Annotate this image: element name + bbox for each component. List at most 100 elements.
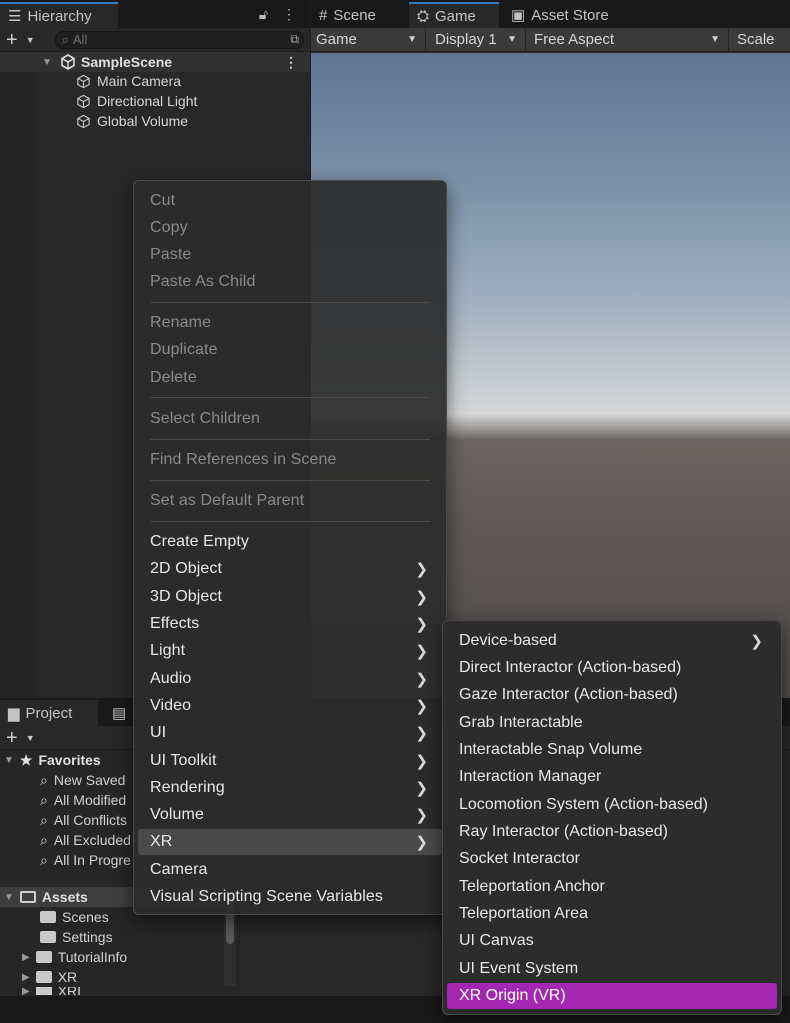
submenu-item-ui-event-system[interactable]: UI Event System bbox=[447, 956, 777, 982]
menu-item-2d-object[interactable]: 2D Object ❯ bbox=[138, 556, 442, 582]
tab-hierarchy[interactable]: ☰ Hierarchy bbox=[0, 2, 118, 28]
hierarchy-search-input[interactable]: ⌕ All ⧉ bbox=[54, 30, 304, 49]
menu-item-ui-toolkit[interactable]: UI Toolkit ❯ bbox=[138, 748, 442, 774]
chevron-down-icon[interactable]: ▼ bbox=[26, 733, 35, 743]
favorite-item[interactable]: ⌕ All Excluded bbox=[40, 830, 130, 850]
display-dropdown[interactable]: Display 1 ▼ bbox=[426, 27, 526, 52]
scene-row[interactable]: ▼ SampleScene ⋮ bbox=[0, 52, 310, 72]
menu-item-duplicate: Duplicate bbox=[138, 337, 442, 363]
collapsed-triangle-icon[interactable]: ▶ bbox=[22, 972, 30, 983]
chevron-right-icon: ❯ bbox=[415, 589, 428, 606]
tab-console[interactable]: ▤ bbox=[104, 700, 134, 726]
submenu-item-locomotion-system[interactable]: Locomotion System (Action-based) bbox=[447, 792, 777, 818]
folder-item[interactable]: ▶ XR bbox=[22, 967, 77, 987]
collapsed-triangle-icon[interactable]: ▶ bbox=[22, 987, 30, 995]
submenu-item-label: UI Canvas bbox=[459, 932, 534, 949]
favorite-item[interactable]: ⌕ All Modified bbox=[40, 790, 130, 810]
menu-item-camera[interactable]: Camera bbox=[138, 857, 442, 883]
folder-item[interactable]: Scenes bbox=[40, 907, 109, 927]
menu-item-effects[interactable]: Effects ❯ bbox=[138, 611, 442, 637]
submenu-item-ui-canvas[interactable]: UI Canvas bbox=[447, 928, 777, 954]
submenu-item-label: Device-based bbox=[459, 632, 557, 649]
menu-separator bbox=[150, 521, 430, 522]
collapsed-triangle-icon[interactable]: ▶ bbox=[22, 952, 30, 963]
tab-game[interactable]: ⛭ Game bbox=[409, 2, 499, 28]
chevron-right-icon: ❯ bbox=[415, 753, 428, 770]
aspect-dropdown[interactable]: Free Aspect ▼ bbox=[526, 27, 729, 52]
folder-icon bbox=[40, 931, 56, 943]
menu-item-visual-scripting-scene-variables[interactable]: Visual Scripting Scene Variables bbox=[138, 884, 442, 910]
folder-item[interactable]: ▶ TutorialInfo bbox=[22, 947, 127, 967]
hierarchy-item-main-camera[interactable]: Main Camera bbox=[76, 71, 181, 91]
submenu-item-grab-interactable[interactable]: Grab Interactable bbox=[447, 710, 777, 736]
create-plus-button[interactable]: + bbox=[6, 30, 18, 50]
menu-item-label: Rendering bbox=[150, 779, 225, 796]
menu-item-audio[interactable]: Audio ❯ bbox=[138, 666, 442, 692]
tab-scene[interactable]: # Scene bbox=[311, 2, 407, 28]
menu-item-rendering[interactable]: Rendering ❯ bbox=[138, 775, 442, 801]
menu-item-select-children: Select Children bbox=[138, 406, 442, 432]
hierarchy-toolbar: + ▼ ⌕ All ⧉ bbox=[0, 28, 310, 52]
filter-icon[interactable]: ⧉ bbox=[290, 32, 299, 47]
expand-triangle-icon[interactable]: ▼ bbox=[4, 755, 14, 766]
submenu-item-socket-interactor[interactable]: Socket Interactor bbox=[447, 846, 777, 872]
submenu-item-teleportation-area[interactable]: Teleportation Area bbox=[447, 901, 777, 927]
submenu-item-ray-interactor[interactable]: Ray Interactor (Action-based) bbox=[447, 819, 777, 845]
open-folder-icon bbox=[19, 891, 36, 903]
favorite-item[interactable]: ⌕ New Saved Search bbox=[40, 770, 130, 790]
menu-item-find-references: Find References in Scene bbox=[138, 447, 442, 473]
submenu-item-xr-origin-vr[interactable]: XR Origin (VR) bbox=[447, 983, 777, 1009]
favorite-item[interactable]: ⌕ All In Progress bbox=[40, 850, 130, 870]
menu-item-video[interactable]: Video ❯ bbox=[138, 693, 442, 719]
shopping-bag-icon: ▣ bbox=[511, 7, 526, 24]
favorite-item[interactable]: ⌕ All Conflicts bbox=[40, 810, 130, 830]
submenu-item-label: Gaze Interactor (Action-based) bbox=[459, 686, 678, 703]
expand-triangle-icon[interactable]: ▼ bbox=[4, 892, 14, 903]
unity-scene-icon bbox=[60, 54, 76, 70]
gameobject-cube-icon bbox=[76, 114, 91, 129]
menu-item-light[interactable]: Light ❯ bbox=[138, 638, 442, 664]
expand-triangle-icon[interactable]: ▼ bbox=[42, 57, 52, 68]
tab-asset-store[interactable]: ▣ Asset Store bbox=[503, 2, 633, 28]
menu-item-create-empty[interactable]: Create Empty bbox=[138, 529, 442, 555]
favorites-header[interactable]: ▼ ★ Favorites bbox=[4, 750, 101, 770]
hierarchy-item-directional-light[interactable]: Directional Light bbox=[76, 91, 197, 111]
menu-item-label: Duplicate bbox=[150, 341, 218, 358]
menu-item-rename: Rename bbox=[138, 310, 442, 336]
submenu-item-interaction-manager[interactable]: Interaction Manager bbox=[447, 764, 777, 790]
menu-item-3d-object[interactable]: 3D Object ❯ bbox=[138, 584, 442, 610]
view-dropdown[interactable]: Game ▼ bbox=[311, 27, 426, 52]
create-plus-button[interactable]: + bbox=[6, 728, 18, 748]
chevron-down-icon[interactable]: ▼ bbox=[26, 35, 35, 45]
folder-item[interactable]: Settings bbox=[40, 927, 113, 947]
submenu-item-direct-interactor[interactable]: Direct Interactor (Action-based) bbox=[447, 655, 777, 681]
search-icon: ⌕ bbox=[40, 771, 48, 788]
menu-item-label: UI Toolkit bbox=[150, 752, 217, 769]
folder-label: TutorialInfo bbox=[57, 949, 128, 965]
menu-item-ui[interactable]: UI ❯ bbox=[138, 720, 442, 746]
menu-item-xr[interactable]: XR ❯ bbox=[138, 829, 442, 855]
chevron-right-icon: ❯ bbox=[415, 698, 428, 715]
folder-item[interactable]: ▶ XRI bbox=[22, 987, 81, 995]
submenu-item-device-based[interactable]: Device-based ❯ bbox=[447, 628, 777, 654]
tab-project[interactable]: ▆ Project bbox=[0, 700, 98, 726]
hierarchy-item-global-volume[interactable]: Global Volume bbox=[76, 111, 188, 131]
more-icon[interactable]: ⋮ bbox=[282, 6, 296, 23]
gameobject-cube-icon bbox=[76, 94, 91, 109]
favorite-item-label: All Modified bbox=[53, 792, 127, 808]
folder-icon: ▆ bbox=[8, 705, 20, 722]
scene-more-icon[interactable]: ⋮ bbox=[284, 54, 298, 71]
submenu-item-label: XR Origin (VR) bbox=[459, 987, 566, 1004]
lock-icon[interactable]: 🔓︎ bbox=[259, 6, 268, 23]
display-dropdown-value: Display 1 bbox=[435, 31, 497, 48]
submenu-item-label: Grab Interactable bbox=[459, 714, 583, 731]
folder-icon bbox=[35, 951, 52, 963]
submenu-item-teleportation-anchor[interactable]: Teleportation Anchor bbox=[447, 874, 777, 900]
submenu-item-gaze-interactor[interactable]: Gaze Interactor (Action-based) bbox=[447, 682, 777, 708]
scale-slider[interactable]: Scale bbox=[729, 28, 790, 52]
folder-label: XR bbox=[57, 969, 78, 985]
menu-item-volume[interactable]: Volume ❯ bbox=[138, 802, 442, 828]
menu-item-label: Paste bbox=[150, 246, 192, 263]
submenu-item-interactable-snap-volume[interactable]: Interactable Snap Volume bbox=[447, 737, 777, 763]
menu-item-set-default-parent: Set as Default Parent bbox=[138, 488, 442, 514]
